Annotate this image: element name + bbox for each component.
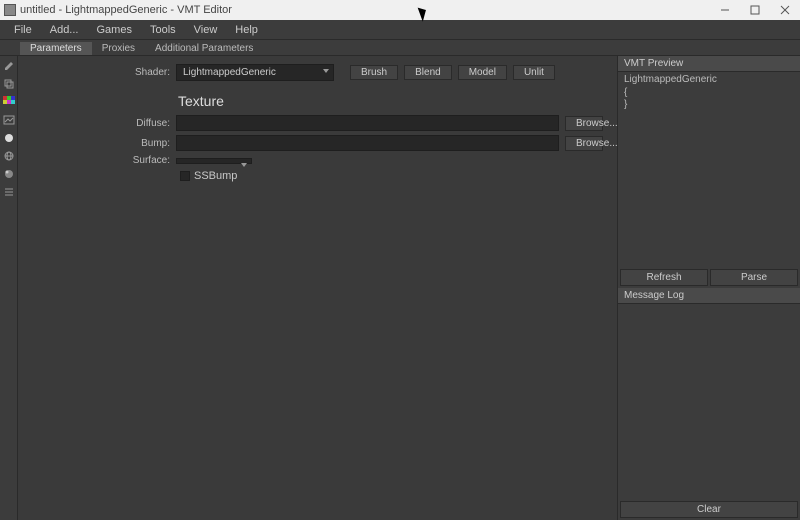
diffuse-label: Diffuse: bbox=[32, 118, 170, 129]
palette-icon[interactable] bbox=[3, 96, 15, 108]
tabbar: Parameters Proxies Additional Parameters bbox=[0, 40, 800, 56]
maximize-button[interactable] bbox=[740, 0, 770, 20]
ssbump-row: SSBump bbox=[180, 170, 603, 182]
bump-browse-button[interactable]: Browse... bbox=[565, 136, 603, 151]
mode-blend-button[interactable]: Blend bbox=[404, 65, 452, 80]
surface-row: Surface: bbox=[32, 155, 603, 166]
chevron-down-icon bbox=[323, 69, 329, 73]
preview-line: { bbox=[624, 87, 794, 100]
mouse-cursor bbox=[420, 6, 432, 21]
bump-label: Bump: bbox=[32, 138, 170, 149]
preview-panel-title: VMT Preview bbox=[618, 56, 800, 72]
log-panel: Message Log Clear bbox=[618, 288, 800, 520]
titlebar: untitled - LightmappedGeneric - VMT Edit… bbox=[0, 0, 800, 20]
tab-parameters[interactable]: Parameters bbox=[20, 42, 92, 55]
minimize-icon bbox=[720, 5, 730, 15]
diffuse-input[interactable] bbox=[176, 115, 559, 131]
preview-line: } bbox=[624, 99, 794, 112]
menubar: File Add... Games Tools View Help bbox=[0, 20, 800, 40]
edit-icon[interactable] bbox=[3, 60, 15, 72]
preview-body: LightmappedGeneric { } bbox=[618, 72, 800, 267]
shader-select[interactable]: LightmappedGeneric bbox=[176, 64, 334, 81]
mode-button-row: Brush Blend Model Unlit bbox=[350, 65, 555, 80]
diffuse-browse-button[interactable]: Browse... bbox=[565, 116, 603, 131]
sphere-icon[interactable] bbox=[3, 168, 15, 180]
parse-button[interactable]: Parse bbox=[710, 269, 798, 286]
mode-model-button[interactable]: Model bbox=[458, 65, 507, 80]
clear-button[interactable]: Clear bbox=[620, 501, 798, 518]
list-icon[interactable] bbox=[3, 186, 15, 198]
menu-file[interactable]: File bbox=[6, 22, 40, 38]
window-title: untitled - LightmappedGeneric - VMT Edit… bbox=[20, 4, 232, 16]
right-panels: VMT Preview LightmappedGeneric { } Refre… bbox=[617, 56, 800, 520]
ssbump-label: SSBump bbox=[194, 170, 237, 182]
minimize-button[interactable] bbox=[710, 0, 740, 20]
window-controls bbox=[710, 0, 800, 20]
main: Shader: LightmappedGeneric Brush Blend M… bbox=[0, 56, 800, 520]
mode-brush-button[interactable]: Brush bbox=[350, 65, 398, 80]
diffuse-row: Diffuse: Browse... bbox=[32, 115, 603, 131]
preview-line: LightmappedGeneric bbox=[624, 74, 794, 87]
menu-tools[interactable]: Tools bbox=[142, 22, 184, 38]
section-title-texture: Texture bbox=[178, 93, 603, 109]
shader-select-value: LightmappedGeneric bbox=[183, 67, 276, 78]
surface-select[interactable] bbox=[176, 158, 252, 164]
copy-icon[interactable] bbox=[3, 78, 15, 90]
close-icon bbox=[780, 5, 790, 15]
bump-input[interactable] bbox=[176, 135, 559, 151]
content: Shader: LightmappedGeneric Brush Blend M… bbox=[18, 56, 617, 520]
circle-icon[interactable] bbox=[3, 132, 15, 144]
menu-games[interactable]: Games bbox=[88, 22, 139, 38]
mode-unlit-button[interactable]: Unlit bbox=[513, 65, 555, 80]
gallery-icon[interactable] bbox=[3, 114, 15, 126]
maximize-icon bbox=[750, 5, 760, 15]
menu-help[interactable]: Help bbox=[227, 22, 266, 38]
preview-panel: VMT Preview LightmappedGeneric { } Refre… bbox=[618, 56, 800, 288]
shader-label: Shader: bbox=[32, 67, 170, 78]
app-icon bbox=[4, 4, 16, 16]
bump-row: Bump: Browse... bbox=[32, 135, 603, 151]
log-button-row: Clear bbox=[618, 499, 800, 520]
menu-add[interactable]: Add... bbox=[42, 22, 87, 38]
tab-additional-parameters[interactable]: Additional Parameters bbox=[145, 42, 263, 55]
log-panel-title: Message Log bbox=[618, 288, 800, 304]
refresh-button[interactable]: Refresh bbox=[620, 269, 708, 286]
globe-icon[interactable] bbox=[3, 150, 15, 162]
ssbump-checkbox[interactable] bbox=[180, 171, 190, 181]
preview-button-row: Refresh Parse bbox=[618, 267, 800, 288]
close-button[interactable] bbox=[770, 0, 800, 20]
surface-label: Surface: bbox=[32, 155, 170, 166]
iconbar bbox=[0, 56, 18, 520]
shader-row: Shader: LightmappedGeneric Brush Blend M… bbox=[32, 64, 603, 81]
tab-proxies[interactable]: Proxies bbox=[92, 42, 145, 55]
chevron-down-icon bbox=[241, 163, 247, 167]
menu-view[interactable]: View bbox=[186, 22, 226, 38]
message-log-body bbox=[618, 304, 800, 499]
